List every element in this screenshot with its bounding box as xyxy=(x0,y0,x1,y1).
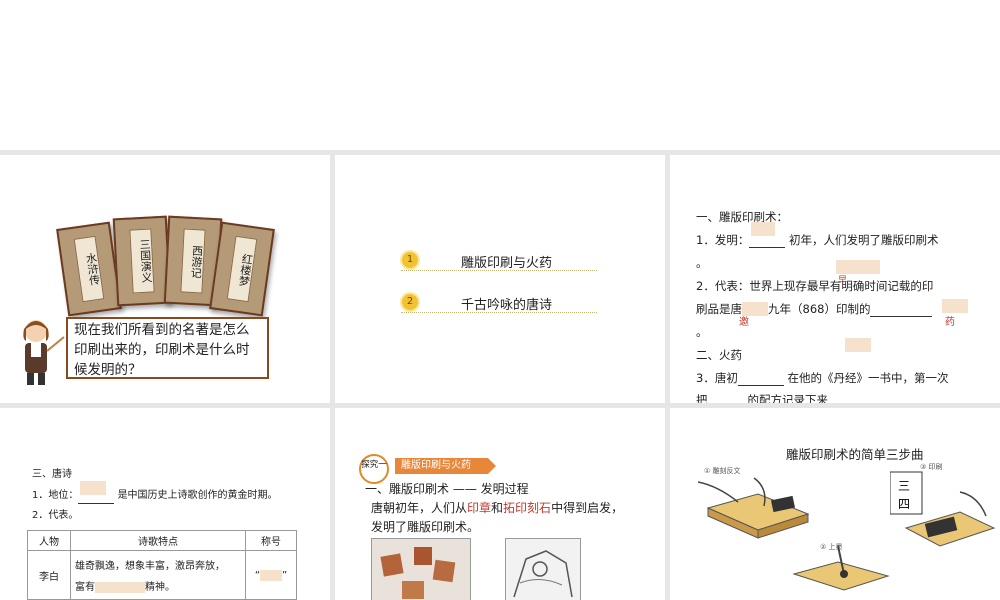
seal-photo xyxy=(371,538,471,600)
answer-mask xyxy=(845,338,871,352)
item-representative-2: 刷品是唐 九年（868）印制的 xyxy=(696,302,933,317)
blank xyxy=(749,233,786,248)
red-mark: 邀 xyxy=(739,317,749,328)
printing-step-icon: 三 四 xyxy=(890,471,996,547)
section-banner: 雕版印刷与火药 xyxy=(395,458,496,474)
text: 把 xyxy=(696,393,708,403)
table-row: 李白 雄奇飘逸，想象丰富，激昂奔放， 富有 精神。 “ ” xyxy=(27,550,297,600)
book-cover: 三国演义 xyxy=(112,215,172,307)
toc-item-2[interactable]: 千古吟咏的唐诗 xyxy=(401,294,597,313)
teacher-icon xyxy=(23,320,65,385)
text: 1．发明： xyxy=(696,233,750,247)
blank-top-area xyxy=(0,0,1000,150)
highlight-rubbing: 拓印刻石 xyxy=(503,501,552,515)
slide-explore-printing[interactable]: 探究一 雕版印刷与火药 一、雕版印刷术 —— 发明过程 唐朝初年，人们从印章和拓… xyxy=(335,408,665,600)
toc-item-1[interactable]: 雕版印刷与火药 xyxy=(401,252,597,271)
book-title: 三国演义 xyxy=(129,228,155,294)
blank xyxy=(870,302,933,317)
inking-step-icon xyxy=(792,545,890,591)
slide-intro[interactable]: 水浒传 三国演义 西游记 红楼梦 现在我们所看到的名著是怎么印刷出来的，印刷术是… xyxy=(0,155,330,403)
text: 和 xyxy=(491,501,504,515)
paragraph-line-1: 唐朝初年，人们从印章和拓印刻石中得到启发， xyxy=(371,501,623,515)
text: 刷品是唐 xyxy=(696,302,742,316)
text: ” xyxy=(282,569,288,581)
poem-features: 雄奇飘逸，想象丰富，激昂奔放， 富有 精神。 xyxy=(70,550,246,600)
heading-poetry: 三、唐诗 xyxy=(32,469,72,480)
red-mark: 药 xyxy=(945,317,955,328)
poet-title: “ ” xyxy=(245,550,297,600)
book-title: 西游记 xyxy=(180,228,206,294)
poet-name: 李白 xyxy=(27,550,71,600)
heading-gunpowder: 二、火药 xyxy=(696,348,742,362)
item-status: 1．地位： 是中国历史上诗歌创作的黄金时期。 xyxy=(32,489,278,504)
answer-mask xyxy=(742,302,768,316)
feature-line-2: 富有 精神。 xyxy=(75,578,241,593)
table-header-row: 人物 诗歌特点 称号 xyxy=(27,530,297,551)
text: 初年，人们发明了雕版印刷术 xyxy=(788,233,939,247)
toc-label: 雕版印刷与火药 xyxy=(461,256,553,271)
text: 。 xyxy=(696,256,708,270)
section-title: 一、雕版印刷术 —— 发明过程 xyxy=(365,482,529,496)
text: 富有 xyxy=(75,582,95,593)
toc-label: 千古吟咏的唐诗 xyxy=(461,298,553,313)
column-header: 诗歌特点 xyxy=(70,530,246,551)
text: 是中国历史上诗歌创作的黄金时期。 xyxy=(117,490,278,501)
text: 1．地位： xyxy=(32,490,79,501)
svg-text:三: 三 xyxy=(898,479,910,493)
text: 中得到启发， xyxy=(551,501,624,515)
blank xyxy=(737,371,784,386)
rubbing-sketch-icon xyxy=(513,550,573,598)
question-box: 现在我们所看到的名著是怎么印刷出来的，印刷术是什么时候发明的？ xyxy=(66,317,269,379)
text: 。 xyxy=(696,325,708,339)
item-representatives: 2．代表。 xyxy=(32,510,79,521)
text: 的配方记录下来 xyxy=(747,393,829,403)
paragraph-line-2: 发明了雕版印刷术。 xyxy=(371,520,480,534)
slide-contents[interactable]: 1 雕版印刷与火药 2 千古吟咏的唐诗 xyxy=(335,155,665,403)
book-title: 红楼梦 xyxy=(226,235,258,303)
slide-tang-poetry[interactable]: 三、唐诗 1．地位： 是中国历史上诗歌创作的黄金时期。 2．代表。 人物 诗歌特… xyxy=(0,408,330,600)
text: 九年（868）印制的 xyxy=(768,302,871,316)
explore-badge: 探究一 xyxy=(359,454,389,484)
answer-mask xyxy=(836,260,880,274)
blank xyxy=(708,393,748,403)
red-mark: 早 xyxy=(838,276,848,286)
seal-stamps-icon xyxy=(380,547,456,599)
column-header: 称号 xyxy=(245,530,297,551)
svg-text:四: 四 xyxy=(898,497,910,511)
book-title: 水浒传 xyxy=(73,235,105,303)
answer-mask xyxy=(260,569,282,581)
rubbing-illustration xyxy=(505,538,581,600)
answer-mask xyxy=(95,582,145,593)
slide-outline[interactable]: 一、雕版印刷术： 1．发明： 初年，人们发明了雕版印刷术 。 2．代表：世界上现… xyxy=(670,155,1000,403)
item-gunpowder: 3．唐初 在他的《丹经》一书中，第一次 xyxy=(696,371,948,386)
book-cover: 红楼梦 xyxy=(209,221,275,317)
poets-table: 人物 诗歌特点 称号 李白 雄奇飘逸，想象丰富，激昂奔放， 富有 精神。 “ ” xyxy=(27,530,297,600)
item-invention: 1．发明： 初年，人们发明了雕版印刷术 xyxy=(696,233,938,248)
blank xyxy=(78,489,115,504)
item-gunpowder-2: 把 的配方记录下来 xyxy=(696,393,828,403)
text: 雄奇飘逸，想象丰富，激昂奔放， xyxy=(75,561,225,572)
column-header: 人物 xyxy=(27,530,71,551)
book-cover: 水浒传 xyxy=(56,221,122,317)
text: 精神。 xyxy=(145,582,175,593)
answer-mask xyxy=(942,299,968,313)
highlight-seal: 印章 xyxy=(467,501,492,515)
text: 3．唐初 xyxy=(696,371,738,385)
steps-title: 雕版印刷术的简单三步曲 xyxy=(786,447,924,462)
slide-three-steps[interactable]: 雕版印刷术的简单三步曲 ① 雕刻反文 ③ 印刷 ② 上墨 三 四 xyxy=(670,408,1000,600)
text: 唐朝初年，人们从 xyxy=(371,501,468,515)
text: 在他的《丹经》一书中，第一次 xyxy=(787,371,949,385)
item-representative: 2．代表：世界上现存最早有明确时间记载的印 xyxy=(696,279,934,293)
